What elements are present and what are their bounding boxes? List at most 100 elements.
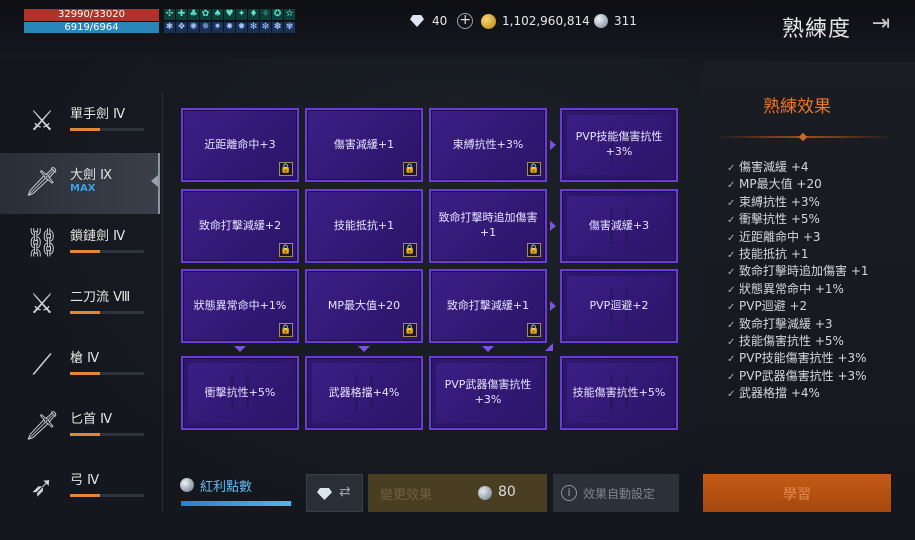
weapon-item[interactable]: ➶ 弓 Ⅳ <box>0 458 160 519</box>
buff-icon[interactable]: ✸ <box>224 22 235 33</box>
gold-count: 1,102,960,814 <box>502 14 590 28</box>
mastery-grid: 近距離命中+3 🔒 傷害減緩+1 🔒 束縛抗性+3% 🔒 PVP技能傷害抗性+3% 致命打擊減… <box>168 92 700 448</box>
learn-button[interactable]: 學習 <box>703 474 891 512</box>
weapon-progress-fill <box>70 311 100 314</box>
mastery-node[interactable]: 致命打擊減緩+2 🔒 <box>181 189 299 263</box>
weapon-item[interactable]: ⟋ 槍 Ⅳ <box>0 336 160 397</box>
connector-arrow-icon <box>358 346 370 352</box>
effect-text: 衝擊抗性 +5% <box>739 212 820 227</box>
game-window: 32990/33020 6919/6964 ✣ ✚ ♣ ✿ ♠ ♥ ✦ ♦ ✧ ✪ ✫ ✱ ❖ ✺ ✵ ✷ ✸ ✹… <box>0 0 915 540</box>
effect-item: ✓ 技能抵抗 +1 <box>727 246 869 263</box>
effect-text: 武器格擋 +4% <box>739 386 820 401</box>
buff-icon[interactable]: ✵ <box>200 22 211 33</box>
buff-icon[interactable]: ♣ <box>188 9 199 20</box>
buff-icon[interactable]: ✦ <box>236 9 247 20</box>
mastery-node[interactable]: 傷害減緩+3 <box>560 189 678 263</box>
node-label: 衝擊抗性+5% <box>204 385 276 399</box>
mastery-node[interactable]: PVP武器傷害抗性+3% <box>429 356 547 430</box>
dual-blades-icon: ⚔ <box>29 287 55 320</box>
orb-icon <box>594 14 608 28</box>
buff-icon[interactable]: ❖ <box>176 22 187 33</box>
node-label: PVP迴避+2 <box>589 298 649 312</box>
check-icon: ✓ <box>727 215 736 227</box>
mastery-node[interactable]: PVP迴避+2 <box>560 269 678 343</box>
check-icon: ✓ <box>727 197 736 209</box>
buff-icon[interactable]: ✷ <box>212 22 223 33</box>
buff-icon[interactable]: ✱ <box>164 22 175 33</box>
effect-item: ✓ PVP迴避 +2 <box>727 298 869 315</box>
node-label: 技能抵抗+1 <box>333 218 395 232</box>
buff-icon[interactable]: ✻ <box>248 22 259 33</box>
lock-icon: 🔒 <box>403 323 417 337</box>
mastery-node[interactable]: 武器格擋+4% <box>305 356 423 430</box>
weapon-name: 匕首 Ⅳ <box>70 412 113 427</box>
connector-arrow-icon <box>482 346 494 352</box>
check-icon: ✓ <box>727 163 736 174</box>
mastery-node[interactable]: 技能傷害抗性+5% <box>560 356 678 430</box>
mastery-node[interactable]: MP最大值+20 🔒 <box>305 269 423 343</box>
buff-icon[interactable]: ✫ <box>284 9 295 20</box>
effect-text: PVP武器傷害抗性 +3% <box>739 368 867 383</box>
page-title: 熟練度 <box>781 17 851 42</box>
buff-icon[interactable]: ✺ <box>188 22 199 33</box>
weapon-item[interactable]: ⚔ 二刀流 Ⅷ <box>0 275 160 336</box>
effect-item: ✓ 狀態異常命中 +1% <box>727 281 869 298</box>
auto-set-effect-button[interactable]: i 效果自動設定 <box>553 474 679 512</box>
check-icon: ✓ <box>727 354 736 366</box>
dagger-icon: 🗡 <box>24 409 60 442</box>
lock-icon: 🔒 <box>403 243 417 257</box>
orb-icon <box>478 486 492 500</box>
lock-icon: 🔒 <box>527 162 541 176</box>
weapon-item[interactable]: 🗡 大劍 Ⅸ MAX <box>0 153 160 214</box>
check-icon: ✓ <box>727 249 736 261</box>
buff-icon[interactable]: ✪ <box>272 9 283 20</box>
buff-icon[interactable]: ✚ <box>176 9 187 20</box>
mastery-node[interactable]: 致命打擊時追加傷害+1 🔒 <box>429 189 547 263</box>
buff-icon[interactable]: ✽ <box>272 22 283 33</box>
weapon-item[interactable]: ⛓ 鎖鏈劍 Ⅳ <box>0 214 160 275</box>
mastery-node[interactable]: 技能抵抗+1 🔒 <box>305 189 423 263</box>
connector-arrow-icon <box>234 346 246 352</box>
mastery-node[interactable]: 束縛抗性+3% 🔒 <box>429 108 547 182</box>
buff-icon[interactable]: ✧ <box>260 9 271 20</box>
bonus-orb-icon <box>180 478 194 492</box>
mastery-node[interactable]: 衝擊抗性+5% <box>181 356 299 430</box>
buff-icon[interactable]: ♠ <box>212 9 223 20</box>
swap-arrows-icon: ⇄ <box>339 484 351 500</box>
mastery-node[interactable]: PVP技能傷害抗性+3% <box>560 108 678 182</box>
weapon-progress-bar <box>70 372 144 375</box>
mastery-node[interactable]: 致命打擊減緩+1 🔒 <box>429 269 547 343</box>
buff-icon[interactable]: ✼ <box>260 22 271 33</box>
buff-icon[interactable]: ✹ <box>236 22 247 33</box>
mastery-node[interactable]: 狀態異常命中+1% 🔒 <box>181 269 299 343</box>
effect-text: 致命打擊減緩 +3 <box>739 316 833 331</box>
connector-corner-icon <box>545 343 553 351</box>
change-effect-button[interactable]: 變更效果 80 <box>368 474 547 512</box>
weapon-item[interactable]: 🗡 匕首 Ⅳ <box>0 397 160 458</box>
exit-icon[interactable]: ⇥ <box>867 12 895 38</box>
buff-icon[interactable]: ♥ <box>224 9 235 20</box>
weapon-progress-bar <box>70 433 144 436</box>
node-label: 致命打擊減緩+2 <box>198 218 282 232</box>
check-icon: ✓ <box>727 232 736 244</box>
weapon-progress-bar <box>70 494 144 497</box>
buff-icon[interactable]: ✾ <box>284 22 295 33</box>
currency-swap-button[interactable]: ⇄ <box>306 474 363 512</box>
mastery-node[interactable]: 傷害減緩+1 🔒 <box>305 108 423 182</box>
buff-icon[interactable]: ♦ <box>248 9 259 20</box>
add-diamond-button[interactable]: + <box>457 13 474 29</box>
effect-item: ✓ 致命打擊時追加傷害 +1 <box>727 263 869 280</box>
buff-icon[interactable]: ✣ <box>164 9 175 20</box>
weapon-item[interactable]: ⚔ 單手劍 Ⅳ <box>0 92 160 153</box>
mp-text: 6919/6964 <box>64 22 119 33</box>
check-icon: ✓ <box>727 284 736 296</box>
weapon-progress-fill <box>70 250 100 253</box>
greatsword-icon: 🗡 <box>24 165 60 198</box>
bow-icon: ➶ <box>30 470 54 503</box>
buff-icon[interactable]: ✿ <box>200 9 211 20</box>
node-label: 技能傷害抗性+5% <box>572 385 666 399</box>
mastery-node[interactable]: 近距離命中+3 🔒 <box>181 108 299 182</box>
weapon-name: 弓 Ⅳ <box>70 473 100 488</box>
effect-text: 技能傷害抗性 +5% <box>739 333 844 348</box>
weapon-list: ⚔ 單手劍 Ⅳ 🗡 大劍 Ⅸ MAX ⛓ 鎖鏈劍 Ⅳ ⚔ 二刀流 Ⅷ ⟋ 槍 Ⅳ 🗡 匕首 Ⅳ ➶ 弓 Ⅳ <box>0 92 160 522</box>
